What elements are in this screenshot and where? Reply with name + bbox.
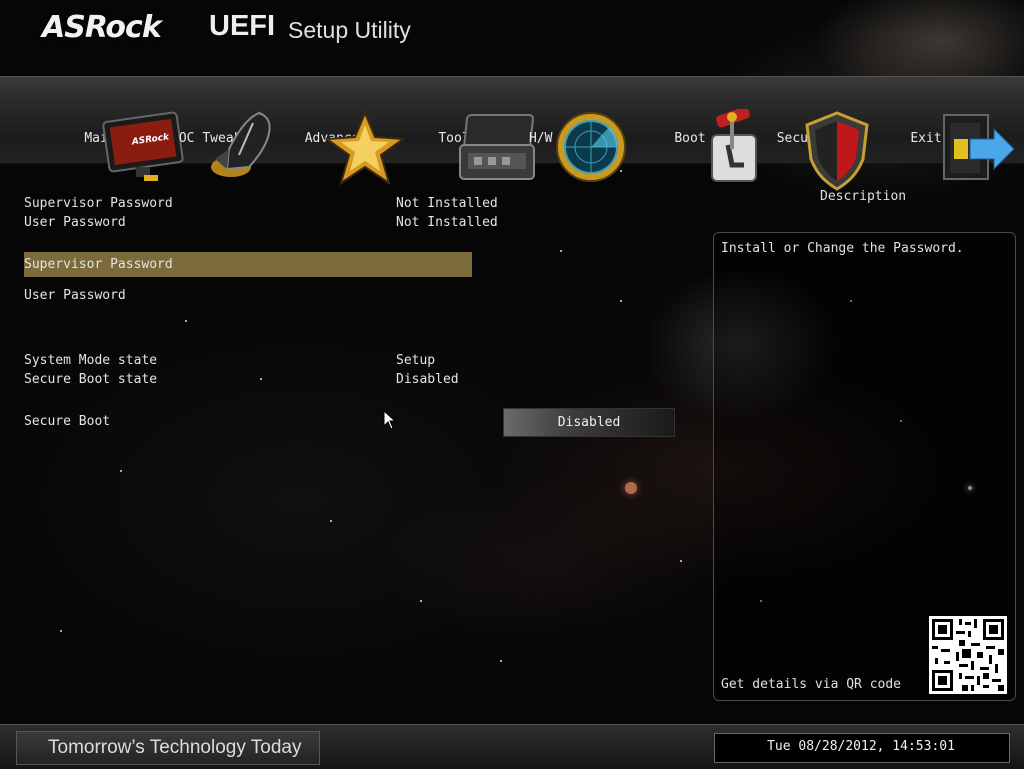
tab-main[interactable]: ASRock Main — [41, 111, 184, 181]
rocket-icon — [210, 111, 271, 177]
mouse-cursor-icon — [383, 410, 395, 430]
star — [330, 520, 332, 522]
user-password-item[interactable]: User Password — [24, 288, 126, 303]
shield-icon — [805, 111, 869, 191]
exit-door-icon — [943, 114, 1016, 180]
description-text: Install or Change the Password. — [721, 241, 964, 256]
tab-tool[interactable]: Tool — [395, 114, 536, 180]
system-mode-value: Setup — [396, 353, 436, 368]
secure-boot-dropdown[interactable]: Disabled — [503, 408, 675, 437]
star — [120, 470, 122, 472]
system-mode-label: System Mode state — [24, 353, 158, 368]
star-icon — [323, 110, 406, 186]
qr-code-icon[interactable] — [929, 616, 1007, 694]
radar-icon — [555, 112, 626, 182]
tab-advanced[interactable]: Advanced — [277, 110, 406, 186]
star — [620, 300, 622, 302]
date-time: Tue 08/28/2012, 14:53:01 — [767, 739, 955, 754]
description-title: Description — [820, 189, 907, 204]
tab-boot[interactable]: Boot — [631, 109, 758, 182]
tab-hw-monitor[interactable]: H/W Monitor — [513, 112, 631, 182]
asrock-logo: ASRock — [42, 10, 162, 45]
tab-exit[interactable]: Exit — [867, 114, 1016, 180]
star — [420, 600, 422, 602]
nav-bar: ASRock Main OC Tweaker Advanced Too — [0, 76, 1024, 191]
star — [680, 560, 682, 562]
user-password-status-value: Not Installed — [396, 215, 498, 230]
star — [260, 378, 262, 380]
user-password-status-label: User Password — [24, 215, 126, 230]
supervisor-password-status-value: Not Installed — [396, 196, 498, 211]
setup-utility-title: Setup Utility — [288, 17, 411, 43]
motto-text: Tomorrow’s Technology Today — [48, 737, 302, 758]
star — [500, 660, 502, 662]
tab-oc-tweaker[interactable]: OC Tweaker — [159, 111, 277, 177]
secure-boot-state-label: Secure Boot state — [24, 372, 158, 387]
nebula-glow — [625, 482, 637, 494]
secure-boot-state-value: Disabled — [396, 372, 459, 387]
boot-lever-icon — [711, 109, 758, 182]
secure-boot-label[interactable]: Secure Boot — [24, 414, 110, 429]
star — [60, 630, 62, 632]
supervisor-password-status-label: Supervisor Password — [24, 196, 173, 211]
tab-security[interactable]: Security — [749, 111, 869, 191]
star — [560, 250, 562, 252]
supervisor-password-item[interactable]: Supervisor Password — [24, 257, 173, 272]
uefi-title: UEFI — [209, 10, 276, 42]
qr-code-label: Get details via QR code — [721, 677, 902, 692]
star — [185, 320, 187, 322]
